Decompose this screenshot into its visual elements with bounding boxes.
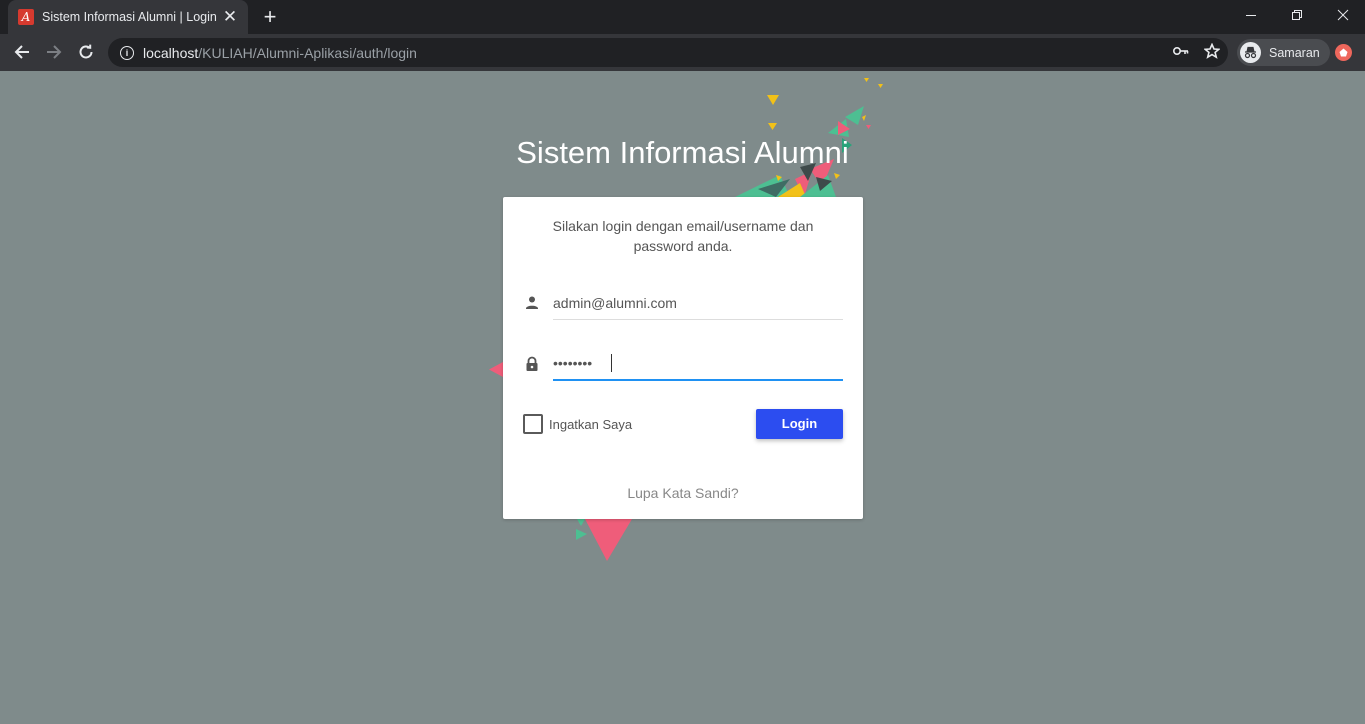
tab-strip: A Sistem Informasi Alumni | Login ✕ + [0, 0, 1365, 34]
page-body: Sistem Informasi Alumni Silakan login de… [0, 71, 1365, 724]
star-icon[interactable] [1203, 42, 1221, 64]
key-icon[interactable] [1172, 43, 1190, 64]
reload-icon[interactable] [72, 38, 100, 66]
url-path: /KULIAH/Alumni-Aplikasi/auth/login [198, 44, 417, 61]
back-icon[interactable] [8, 38, 36, 66]
new-tab-button[interactable]: + [259, 6, 281, 28]
password-field-group [523, 347, 843, 381]
forgot-password-link[interactable]: Lupa Kata Sandi? [503, 485, 863, 501]
info-icon[interactable]: i [120, 45, 134, 60]
username-field-group [523, 286, 843, 320]
text-caret [611, 354, 612, 372]
restore-icon[interactable] [1274, 0, 1320, 30]
browser-toolbar: i localhost/KULIAH/Alumni-Aplikasi/auth/… [0, 34, 1365, 71]
login-message: Silakan login dengan email/username dan … [552, 218, 814, 254]
login-button[interactable]: Login [756, 409, 843, 439]
login-card: Silakan login dengan email/username dan … [503, 197, 863, 519]
site-favicon-icon: A [18, 9, 34, 25]
incognito-profile-button[interactable]: Samaran [1237, 39, 1330, 66]
close-window-icon[interactable] [1320, 0, 1365, 30]
forward-icon[interactable] [40, 38, 68, 66]
remember-checkbox[interactable] [523, 414, 543, 434]
url-host: localhost [143, 44, 199, 61]
remember-label: Ingatkan Saya [549, 416, 633, 432]
remember-me[interactable]: Ingatkan Saya [523, 414, 632, 434]
url-text: localhost/KULIAH/Alumni-Aplikasi/auth/lo… [143, 45, 417, 61]
browser-tab[interactable]: A Sistem Informasi Alumni | Login ✕ [8, 0, 248, 34]
site-title: Sistem Informasi Alumni [516, 135, 849, 170]
minimize-icon[interactable] [1228, 0, 1274, 30]
tab-close-icon[interactable]: ✕ [222, 8, 238, 25]
profile-label: Samaran [1269, 45, 1320, 60]
extension-icon[interactable] [1335, 44, 1352, 61]
incognito-icon [1240, 42, 1261, 63]
tab-title: Sistem Informasi Alumni | Login [42, 10, 217, 24]
person-icon [526, 296, 538, 309]
lock-icon [526, 356, 538, 371]
address-bar[interactable]: i localhost/KULIAH/Alumni-Aplikasi/auth/… [108, 38, 1228, 67]
username-input[interactable] [553, 286, 843, 320]
password-input[interactable] [553, 347, 843, 381]
